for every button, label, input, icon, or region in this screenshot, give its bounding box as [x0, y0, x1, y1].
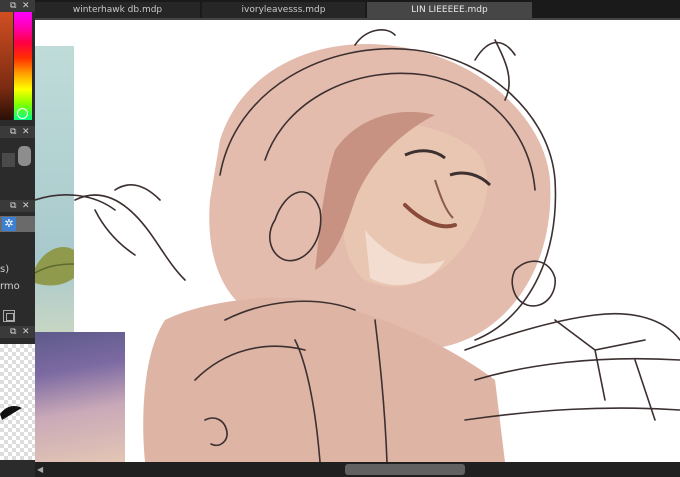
close-panel-icon[interactable]: ✕ [22, 327, 30, 337]
tab-lin-lieeeee[interactable]: LIN LIEEEEE.mdp [367, 2, 532, 18]
slider-track [2, 153, 15, 167]
float-panel-icon[interactable]: ⧉ [10, 1, 16, 11]
character-sketch-artwork [35, 29, 680, 462]
layer-panel-header: ⧉ ✕ [0, 200, 35, 212]
layer-label-1: s) [0, 264, 10, 275]
float-panel-icon[interactable]: ⧉ [10, 127, 16, 137]
brush-size-panel-header: ⧉ ✕ [0, 126, 35, 138]
slider-knob[interactable] [18, 146, 31, 166]
brush-stroke-preview [0, 406, 22, 420]
float-panel-icon[interactable]: ⧉ [10, 327, 16, 337]
horizontal-scrollbar[interactable]: ◀ [35, 462, 680, 477]
duplicate-layer-icon[interactable] [3, 310, 15, 322]
hue-cursor-icon[interactable] [17, 108, 28, 119]
close-panel-icon[interactable]: ✕ [22, 127, 30, 137]
brush-panel-header: ⧉ ✕ [0, 326, 35, 338]
scroll-left-arrow-icon[interactable]: ◀ [37, 465, 43, 474]
drawing-canvas[interactable] [35, 20, 680, 462]
tab-ivoryleavesss[interactable]: ivoryleavesss.mdp [202, 2, 365, 18]
close-panel-icon[interactable]: ✕ [22, 1, 30, 11]
color-saturation-area[interactable] [0, 12, 13, 120]
paint-app-window: ⧉ ✕ ⧉ ✕ ⧉ ✕ ✲ s) rmo ⧉ ✕ winterhawk db.m… [0, 0, 680, 477]
color-hue-strip[interactable] [14, 12, 32, 120]
layer-label-2: rmo [0, 281, 20, 292]
scrollbar-thumb[interactable] [345, 464, 465, 475]
gear-icon[interactable]: ✲ [2, 217, 16, 231]
left-dock: ⧉ ✕ ⧉ ✕ ⧉ ✕ ✲ s) rmo ⧉ ✕ [0, 0, 35, 477]
float-panel-icon[interactable]: ⧉ [10, 201, 16, 211]
document-tab-bar: winterhawk db.mdp ivoryleavesss.mdp LIN … [35, 0, 680, 20]
tab-winterhawk[interactable]: winterhawk db.mdp [35, 2, 200, 18]
brush-size-slider[interactable] [2, 142, 32, 172]
layer-row-selected[interactable]: ✲ [0, 216, 35, 232]
close-panel-icon[interactable]: ✕ [22, 201, 30, 211]
color-panel-header: ⧉ ✕ [0, 0, 35, 12]
